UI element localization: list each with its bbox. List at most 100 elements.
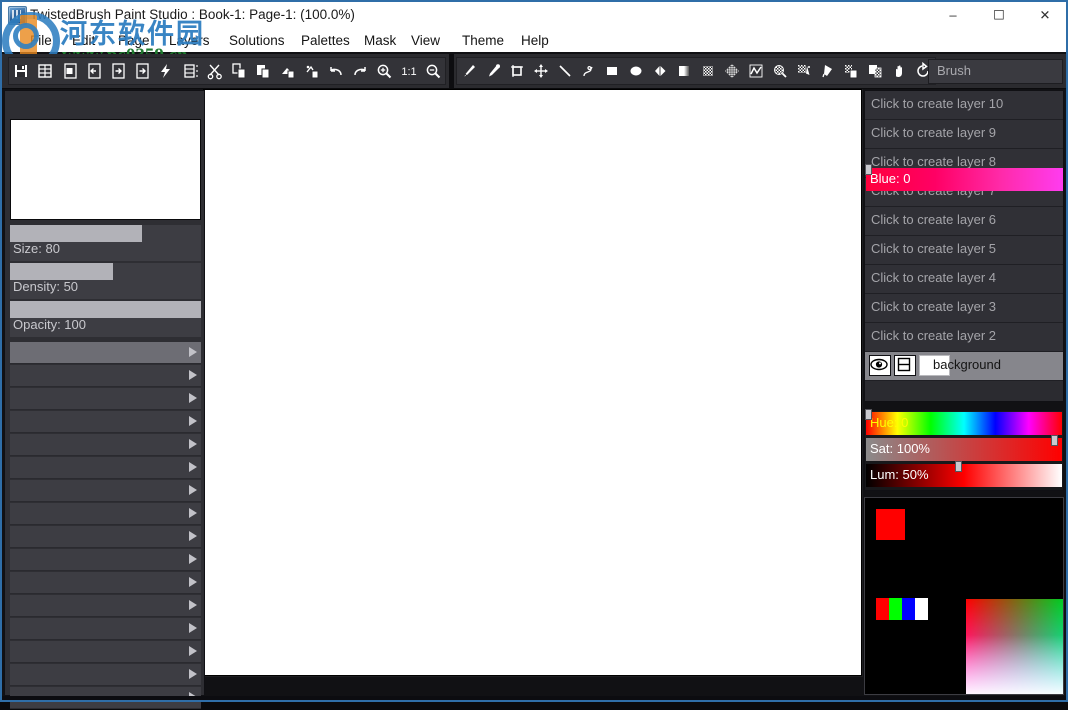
zoom-actual-icon[interactable]: 1:1 — [399, 59, 419, 83]
maximize-button[interactable]: ☐ — [976, 0, 1022, 30]
layer-row-background[interactable]: background — [865, 352, 1063, 381]
zoom-out-icon[interactable] — [423, 59, 443, 83]
paste-icon[interactable] — [253, 59, 273, 83]
color-slider-hue[interactable]: Hue: 0 — [866, 412, 1062, 435]
brush-category-row[interactable] — [10, 595, 201, 617]
brush-preview[interactable] — [10, 119, 201, 220]
menu-item-edit[interactable]: Edit — [70, 30, 97, 52]
menu-item-file[interactable]: File — [28, 30, 54, 52]
redo-icon[interactable] — [350, 59, 370, 83]
ellipse-icon[interactable] — [626, 59, 646, 83]
menu-item-help[interactable]: Help — [519, 30, 551, 52]
palette-swatch[interactable] — [902, 598, 915, 620]
brush-name-field[interactable]: Brush — [928, 59, 1063, 84]
slider-size[interactable]: Size: 80 — [10, 225, 201, 261]
brush-category-row[interactable] — [10, 641, 201, 663]
layer-row-create-9[interactable]: Click to create layer 9 — [865, 120, 1063, 149]
menu-item-mask[interactable]: Mask — [362, 30, 398, 52]
brush-category-row[interactable] — [10, 388, 201, 410]
color-slider-lum-knob[interactable] — [955, 461, 962, 472]
layer-row-create-10[interactable]: Click to create layer 10 — [865, 91, 1063, 120]
brush-category-row[interactable] — [10, 572, 201, 594]
brush-category-row[interactable] — [10, 664, 201, 686]
color-slider-blue-knob[interactable] — [865, 164, 872, 175]
slider-density[interactable]: Density: 50 — [10, 263, 201, 299]
eyedropper-icon[interactable] — [483, 59, 503, 83]
title-bar: TwistedBrush Paint Studio : Book-1: Page… — [0, 0, 1068, 31]
sparkle-icon[interactable] — [794, 59, 814, 83]
slider-opacity[interactable]: Opacity: 100 — [10, 301, 201, 337]
primary-color-swatch[interactable] — [876, 509, 905, 540]
color-slider-blue[interactable]: Blue: 0 — [866, 168, 1063, 191]
pattern-icon[interactable] — [698, 59, 718, 83]
color-slider-hue-knob[interactable] — [865, 409, 872, 420]
page-new-icon[interactable] — [59, 59, 79, 83]
menu-item-solutions[interactable]: Solutions — [227, 30, 287, 52]
menu-bar: File Edit Page Layers Solutions Palettes Mask V… — [0, 30, 1068, 52]
crop-icon[interactable] — [507, 59, 527, 83]
palette-swatch[interactable] — [915, 598, 928, 620]
menu-item-palettes[interactable]: Palettes — [299, 30, 352, 52]
book-icon[interactable] — [35, 59, 55, 83]
menu-item-theme[interactable]: Theme — [460, 30, 506, 52]
palette-panel[interactable] — [864, 497, 1064, 695]
color-field[interactable] — [966, 599, 1063, 694]
warp-icon[interactable] — [746, 59, 766, 83]
layer-row-create-6[interactable]: Click to create layer 6 — [865, 207, 1063, 236]
brush-category-row[interactable] — [10, 365, 201, 387]
menu-item-layers[interactable]: Layers — [167, 30, 212, 52]
paste-into-icon[interactable] — [277, 59, 297, 83]
cut-icon[interactable] — [205, 59, 225, 83]
layer-row-create-2[interactable]: Click to create layer 2 — [865, 323, 1063, 352]
zoom-in-icon[interactable] — [374, 59, 394, 83]
close-button[interactable]: ✕ — [1022, 0, 1068, 30]
rectangle-icon[interactable] — [602, 59, 622, 83]
paste-new-icon[interactable] — [302, 59, 322, 83]
fill-icon[interactable] — [650, 59, 670, 83]
curve-icon[interactable] — [579, 59, 599, 83]
layer-row-create-5[interactable]: Click to create layer 5 — [865, 236, 1063, 265]
mask-icon[interactable] — [894, 355, 916, 376]
palette-swatch[interactable] — [889, 598, 902, 620]
brush-category-row[interactable] — [10, 480, 201, 502]
undo-icon[interactable] — [326, 59, 346, 83]
layer-row-create-4[interactable]: Click to create layer 4 — [865, 265, 1063, 294]
color-slider-sat[interactable]: Sat: 100% — [866, 438, 1062, 461]
copy-icon[interactable] — [229, 59, 249, 83]
brush-category-row[interactable] — [10, 618, 201, 640]
brush-category-row[interactable] — [10, 342, 201, 364]
move-icon[interactable] — [531, 59, 551, 83]
canvas-page[interactable] — [203, 89, 862, 676]
brush-category-row[interactable] — [10, 549, 201, 571]
brush-category-row[interactable] — [10, 411, 201, 433]
brush-category-row[interactable] — [10, 503, 201, 525]
smudge-icon[interactable] — [818, 59, 838, 83]
page-next-icon[interactable] — [108, 59, 128, 83]
gradient-icon[interactable] — [674, 59, 694, 83]
magic-wand-sel-icon[interactable] — [770, 59, 790, 83]
hand-icon[interactable] — [889, 59, 909, 83]
menu-item-view[interactable]: View — [409, 30, 442, 52]
brush-category-row[interactable] — [10, 526, 201, 548]
flash-icon[interactable] — [156, 59, 176, 83]
stamp-icon[interactable] — [865, 59, 885, 83]
brush-category-row[interactable] — [10, 457, 201, 479]
page-add-icon[interactable] — [132, 59, 152, 83]
layer-name-background: background — [933, 357, 1001, 372]
minimize-button[interactable]: – — [930, 0, 976, 30]
save-icon[interactable] — [11, 59, 31, 83]
layer-row-create-3[interactable]: Click to create layer 3 — [865, 294, 1063, 323]
brush-category-row[interactable] — [10, 434, 201, 456]
palette-swatch[interactable] — [876, 598, 889, 620]
clone-icon[interactable] — [842, 59, 862, 83]
color-slider-sat-knob[interactable] — [1051, 435, 1058, 446]
page-prev-icon[interactable] — [84, 59, 104, 83]
pagelist-icon[interactable] — [181, 59, 201, 83]
line-icon[interactable] — [555, 59, 575, 83]
brush-icon[interactable] — [459, 59, 479, 83]
color-slider-lum[interactable]: Lum: 50% — [866, 464, 1062, 487]
menu-item-page[interactable]: Page — [116, 30, 152, 52]
texture-icon[interactable] — [722, 59, 742, 83]
canvas-area[interactable] — [203, 89, 863, 677]
eye-icon[interactable] — [869, 355, 891, 376]
